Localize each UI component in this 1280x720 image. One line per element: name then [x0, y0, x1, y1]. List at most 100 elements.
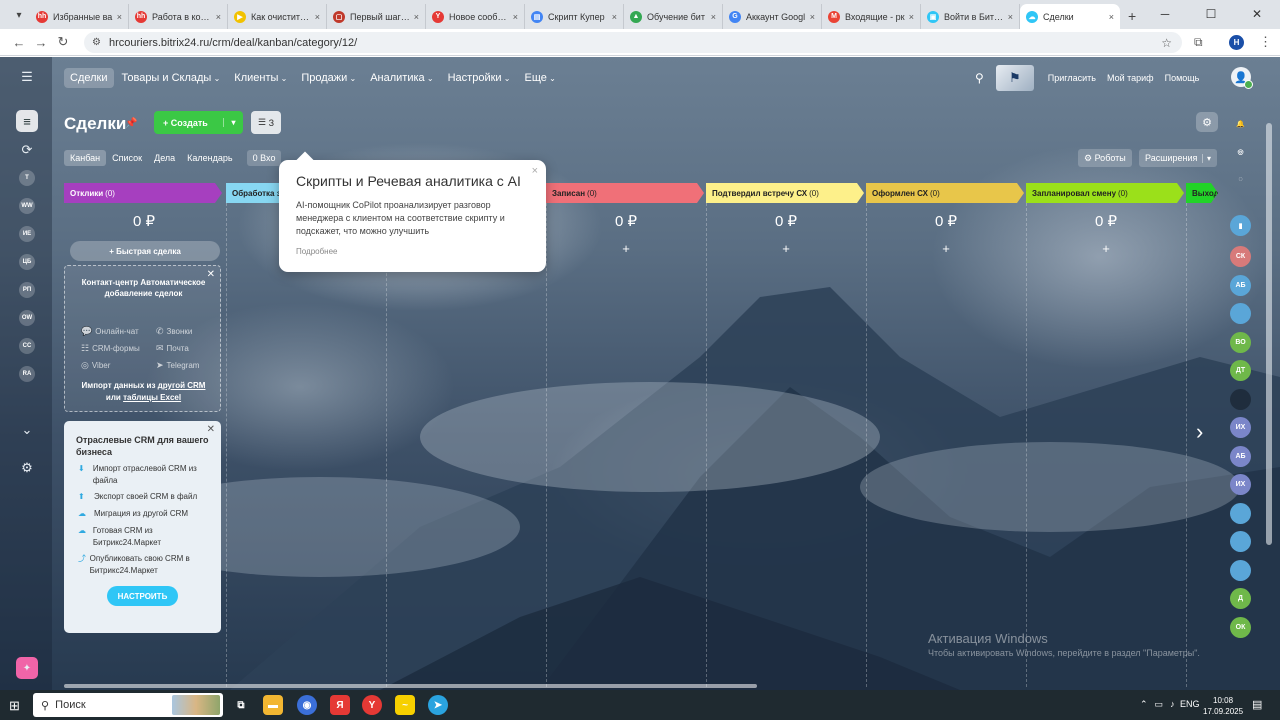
vertical-scrollbar[interactable]	[1266, 123, 1272, 545]
other-crm-link[interactable]: другой CRM	[158, 381, 206, 390]
close-icon[interactable]: ×	[532, 165, 538, 177]
yandex-browser-icon[interactable]: Y	[362, 695, 382, 715]
industry-crm-item[interactable]: ☁ Миграция из другой CRM	[78, 508, 214, 520]
extensions-button[interactable]: Расширения ▾	[1139, 149, 1217, 167]
channel-online-chat[interactable]: 💬 Онлайн-чат	[81, 326, 139, 337]
sidebar-contact-avatar[interactable]	[1230, 502, 1251, 524]
configure-button[interactable]: НАСТРОИТЬ	[107, 586, 178, 606]
sidebar-avatar[interactable]: СС	[19, 338, 35, 354]
filter-button[interactable]: ☰ З	[251, 111, 281, 134]
sidebar-contact-avatar[interactable]	[1230, 559, 1251, 581]
add-deal-button[interactable]: +	[706, 241, 866, 256]
nav-item[interactable]: Настройки ⌄	[442, 68, 517, 88]
browser-tab-active[interactable]: ☁ Сделки ×	[1020, 4, 1120, 29]
menu-hamburger-icon[interactable]: ☰	[16, 66, 38, 88]
sidebar-contact-avatar[interactable]: ВО	[1230, 331, 1251, 353]
channel-calls[interactable]: ✆ Звонки	[156, 326, 192, 337]
gear-icon[interactable]: ⚙	[16, 457, 38, 479]
activity-icon[interactable]: ◎	[1230, 141, 1251, 162]
sidebar-contact-avatar[interactable]: СК	[1230, 246, 1251, 267]
yandex-icon[interactable]: Я	[330, 695, 350, 715]
board-settings-icon[interactable]: ⚙	[1196, 112, 1218, 132]
channel-mail[interactable]: ✉ Почта	[156, 343, 189, 354]
create-button[interactable]: + Создать ▾	[154, 111, 243, 134]
robots-button[interactable]: ⚙ Роботы	[1078, 149, 1132, 167]
nav-item[interactable]: Еще ⌄	[518, 68, 561, 88]
browser-tab[interactable]: M Входящие - рк ×	[822, 4, 921, 29]
chrome-icon[interactable]: ◉	[297, 695, 317, 715]
tab-close-icon[interactable]: ×	[1008, 12, 1013, 22]
stage-header[interactable]: Оформлен СХ (0)	[866, 183, 1024, 203]
sidebar-contact-avatar[interactable]: ДТ	[1230, 360, 1251, 381]
browser-tab[interactable]: ▣ Войти в Битрик ×	[921, 4, 1020, 29]
browser-tab[interactable]: hh Избранные ва ×	[30, 4, 129, 29]
browser-tab[interactable]: G Аккаунт Googl ×	[723, 4, 822, 29]
sidebar-contact-avatar[interactable]: ИХ	[1230, 474, 1251, 495]
network-icon[interactable]: ▭	[1155, 699, 1164, 710]
my-tariff-link[interactable]: Мой тариф	[1107, 73, 1154, 83]
reload-icon[interactable]: ↻	[52, 34, 74, 50]
browser-menu-icon[interactable]: ⋮	[1259, 34, 1272, 50]
sync-icon[interactable]: ⟳	[16, 139, 38, 161]
channel-telegram[interactable]: ➤ Telegram	[156, 360, 199, 371]
create-dropdown-icon[interactable]: ▾	[223, 118, 243, 127]
nav-item[interactable]: Сделки	[64, 68, 114, 88]
tray-chevron-icon[interactable]: ⌃	[1140, 699, 1148, 710]
tab-close-icon[interactable]: ×	[216, 12, 221, 22]
bookmark-star-icon[interactable]: ☆	[1161, 36, 1172, 50]
counter-badge[interactable]: 0 Вхо	[246, 150, 282, 166]
language-indicator[interactable]: ENG	[1180, 699, 1200, 709]
tab-close-icon[interactable]: ×	[315, 12, 320, 22]
excel-table-link[interactable]: таблицы Excel	[123, 393, 181, 402]
tab-close-icon[interactable]: ×	[612, 12, 617, 22]
industry-crm-item[interactable]: ⬆ Экспорт своей CRM в файл	[78, 491, 214, 503]
company-logo[interactable]: ⚑	[995, 65, 1034, 91]
sidebar-contact-avatar[interactable]: АБ	[1230, 445, 1251, 467]
forward-icon[interactable]: →	[30, 35, 52, 50]
add-deal-button[interactable]: +	[1026, 241, 1186, 256]
tab-close-icon[interactable]: ×	[810, 12, 815, 22]
invite-link[interactable]: Пригласить	[1048, 73, 1096, 83]
browser-profile-avatar[interactable]: H	[1229, 34, 1244, 50]
minimize-icon[interactable]: ─	[1142, 0, 1188, 28]
sidebar-contact-avatar[interactable]: ОК	[1230, 616, 1251, 638]
tab-close-icon[interactable]: ×	[909, 12, 914, 22]
view-tab[interactable]: Список	[106, 150, 148, 166]
stage-header[interactable]: Подтвердил встречу СХ (0)	[706, 183, 864, 203]
view-tab[interactable]: Канбан	[64, 150, 107, 166]
quick-deal-button[interactable]: + Быстрая сделка	[70, 241, 220, 261]
sidebar-avatar[interactable]: ИЕ	[19, 226, 35, 242]
browser-tab[interactable]: hh Работа в компан×	[129, 4, 228, 29]
sidebar-contact-avatar[interactable]	[1230, 531, 1251, 552]
pin-icon[interactable]: 📌	[125, 118, 137, 129]
view-tab[interactable]: Дела	[148, 150, 181, 166]
sidebar-avatar[interactable]: WW	[19, 198, 35, 214]
site-info-icon[interactable]: ⚙	[92, 37, 101, 48]
browser-tab[interactable]: ▲ Обучение бит ×	[624, 4, 723, 29]
nav-item[interactable]: Товары и Склады ⌄	[116, 68, 227, 88]
add-deal-button[interactable]: +	[546, 241, 706, 256]
back-icon[interactable]: ←	[8, 35, 30, 50]
sidebar-avatar[interactable]: Т	[19, 170, 35, 186]
windows-start-icon[interactable]: ⊞	[9, 698, 20, 714]
new-tab-button[interactable]: +	[1128, 8, 1136, 24]
sidebar-avatar[interactable]: OW	[19, 310, 35, 326]
copilot-icon[interactable]: ✦	[16, 657, 38, 679]
channel-viber[interactable]: ◎ Viber	[81, 360, 110, 371]
task-view-icon[interactable]: ⧉	[231, 695, 251, 715]
file-explorer-icon[interactable]: ▬	[263, 695, 283, 715]
browser-tab[interactable]: ▤ Скрипт Купер ×	[525, 4, 624, 29]
stage-header[interactable]: Отклики (0)	[64, 183, 222, 203]
help-link[interactable]: Помощь	[1165, 73, 1200, 83]
tab-close-icon[interactable]: ×	[117, 12, 122, 22]
sidebar-contact-avatar[interactable]	[1230, 303, 1251, 324]
sidebar-contact-avatar[interactable]	[1230, 388, 1251, 410]
browser-tab[interactable]: Y Новое сообщен ×	[426, 4, 525, 29]
tab-close-icon[interactable]: ×	[414, 12, 419, 22]
sidebar-contact-avatar[interactable]: ИХ	[1230, 417, 1251, 438]
telegram-icon[interactable]: ➤	[428, 695, 448, 715]
add-deal-button[interactable]: +	[866, 241, 1026, 256]
industry-crm-item[interactable]: ☁ Готовая CRM из Битрикс24.Маркет	[78, 525, 214, 549]
tab-close-icon[interactable]: ×	[1109, 12, 1114, 22]
sidebar-avatar[interactable]: ЦБ	[19, 254, 35, 270]
